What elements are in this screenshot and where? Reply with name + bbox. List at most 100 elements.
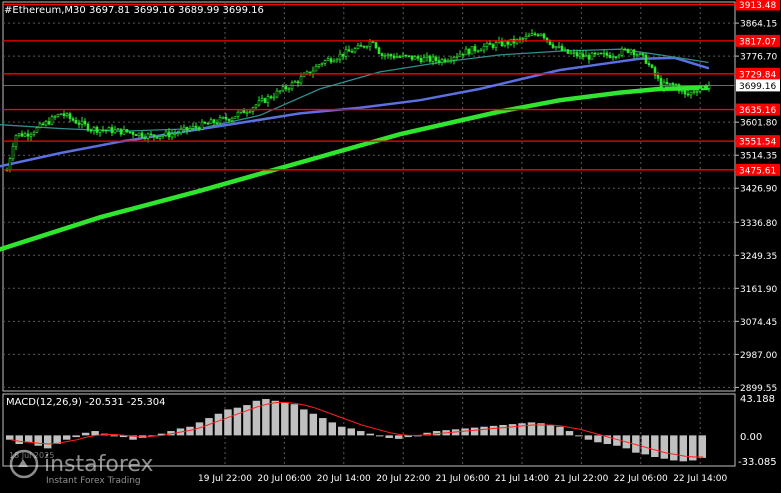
candle-body xyxy=(620,48,624,56)
macd-bar xyxy=(24,435,33,443)
macd-bar xyxy=(81,432,90,436)
candle xyxy=(650,64,654,69)
candle-body xyxy=(440,59,444,63)
time-axis: 19 Jul 22:00 20 Jul 06:00 20 Jul 14:00 20 J… xyxy=(198,474,727,484)
macd-label: MACD(12,26,9) -20.531 -25.304 xyxy=(6,397,166,408)
candle-body xyxy=(398,56,402,58)
candle-body xyxy=(407,55,411,57)
candle-body xyxy=(455,55,459,58)
candle-body xyxy=(584,55,588,58)
macd-bar xyxy=(461,428,469,436)
candle-body xyxy=(428,55,432,62)
candle-body xyxy=(224,116,228,120)
level-label: 3475.61 xyxy=(739,166,776,176)
candle-body xyxy=(80,120,84,125)
candle-body xyxy=(431,56,435,62)
candle-body xyxy=(116,128,120,131)
macd-bar xyxy=(660,435,669,459)
candle-body xyxy=(695,91,699,93)
candle-body xyxy=(671,83,675,85)
candle-body xyxy=(236,111,240,117)
macd-bar xyxy=(670,435,678,461)
candle-body xyxy=(662,81,666,89)
macd-bar xyxy=(338,426,346,436)
candle-body xyxy=(359,45,363,47)
candle-body xyxy=(218,117,222,124)
candle-body xyxy=(533,33,537,35)
candle-body xyxy=(101,129,105,132)
candle-body xyxy=(569,52,573,55)
candle-body xyxy=(524,35,528,39)
candle xyxy=(59,113,63,116)
candle-body xyxy=(17,133,21,136)
macd-scale-zero: 0.00 xyxy=(740,432,762,443)
candle-body xyxy=(200,121,204,130)
candle-body xyxy=(245,111,249,114)
macd-bar xyxy=(584,435,593,440)
candle-body xyxy=(482,46,486,51)
candle-body xyxy=(287,88,291,91)
candle-body xyxy=(608,55,612,59)
macd-bar xyxy=(651,435,659,458)
candle-body xyxy=(230,118,234,121)
price-chart[interactable]: 3913.48 3817.07 3729.84 3635.16 3551.54 3475.… xyxy=(0,0,781,489)
candle-body xyxy=(149,133,153,136)
candle-body xyxy=(314,66,318,72)
candle xyxy=(566,49,570,55)
macd-bar xyxy=(233,407,242,436)
candle-body xyxy=(611,56,615,59)
x-tick-label: 20 Jul 06:00 xyxy=(257,474,311,484)
candle-body xyxy=(629,49,633,53)
candle-body xyxy=(692,91,696,94)
candle-body xyxy=(104,129,108,132)
candle-body xyxy=(392,55,396,59)
candle-body xyxy=(575,52,579,57)
candle-body xyxy=(404,54,408,57)
candle xyxy=(263,97,267,104)
macd-bar xyxy=(357,431,365,436)
x-tick-label: 22 Jul 06:00 xyxy=(614,474,668,484)
candle-body xyxy=(197,127,201,130)
candle-body xyxy=(539,33,543,37)
macd-bar xyxy=(224,409,232,436)
candle-body xyxy=(341,53,345,57)
macd-bar xyxy=(556,426,564,436)
y-tick-label: 3249.35 xyxy=(740,252,777,262)
candle-body xyxy=(461,53,465,56)
current-price-label: 3699.16 xyxy=(739,82,776,92)
brand-tagline: Instant Forex Trading xyxy=(46,476,141,485)
y-tick-label: 3336.80 xyxy=(740,219,777,229)
candle-body xyxy=(62,113,66,117)
candle-body xyxy=(53,116,57,118)
trading-chart-window[interactable]: 3913.48 3817.07 3729.84 3635.16 3551.54 3475.… xyxy=(0,0,781,489)
candle-body xyxy=(56,114,60,117)
candle-body xyxy=(284,86,288,90)
candle-body xyxy=(638,53,642,56)
candle-body xyxy=(488,42,492,45)
candle-body xyxy=(146,133,150,139)
candle-body xyxy=(416,56,420,59)
candle-body xyxy=(518,38,522,41)
macd-bar xyxy=(214,413,223,436)
candle-body xyxy=(665,81,669,85)
candle-body xyxy=(152,134,156,138)
candle xyxy=(233,116,237,119)
macd-bar xyxy=(281,402,289,436)
candle-body xyxy=(89,130,93,132)
candle-body xyxy=(164,131,168,136)
candle-body xyxy=(632,49,636,56)
candle-body xyxy=(266,96,270,103)
candle-body xyxy=(590,52,594,60)
candle-body xyxy=(158,136,162,139)
candle-body xyxy=(641,53,645,56)
macd-bar xyxy=(72,435,80,438)
candle-body xyxy=(596,52,600,55)
candle-body xyxy=(647,63,651,66)
x-tick-label: 21 Jul 22:00 xyxy=(554,474,608,484)
candle-body xyxy=(623,48,627,51)
candle xyxy=(467,48,471,56)
candle-body xyxy=(437,60,441,63)
candle-body xyxy=(572,52,576,54)
candle-body xyxy=(452,57,456,61)
candle-body xyxy=(326,58,330,61)
